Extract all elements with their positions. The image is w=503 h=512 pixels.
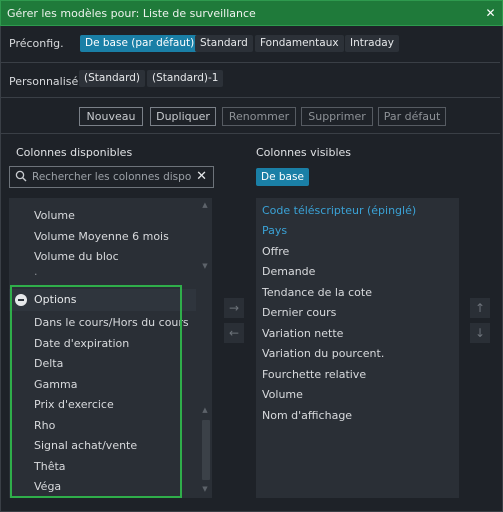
- list-item[interactable]: ·: [34, 268, 38, 281]
- list-item[interactable]: Véga: [34, 480, 61, 493]
- list-item[interactable]: Volume: [34, 209, 75, 222]
- divider: [1, 97, 500, 98]
- preconfig-label: Préconfig.: [9, 37, 64, 50]
- list-item[interactable]: Variation du pourcent.: [262, 347, 384, 360]
- search-input[interactable]: Rechercher les colonnes disponibles ✕: [9, 166, 214, 188]
- list-item[interactable]: Nom d'affichage: [262, 409, 352, 422]
- custom-label: Personnalisé: [9, 75, 79, 88]
- window-title: Gérer les modèles pour: Liste de surveil…: [7, 7, 256, 20]
- preconfig-chip-standard[interactable]: Standard: [195, 35, 253, 52]
- arrow-down-icon[interactable]: ↓: [470, 323, 490, 343]
- list-item[interactable]: Fourchette relative: [262, 368, 366, 381]
- list-item[interactable]: Signal achat/vente: [34, 439, 137, 452]
- list-item[interactable]: Variation nette: [262, 327, 343, 340]
- title-bar: Gérer les modèles pour: Liste de surveil…: [0, 0, 503, 26]
- list-item[interactable]: Volume: [262, 388, 303, 401]
- list-item[interactable]: Date d'expiration: [34, 337, 129, 350]
- list-item[interactable]: Tendance de la cote: [262, 286, 372, 299]
- arrow-up-icon[interactable]: ↑: [470, 298, 490, 318]
- list-item[interactable]: Delta: [34, 357, 63, 370]
- search-placeholder: Rechercher les colonnes disponibles: [32, 171, 192, 183]
- custom-chip-standard-1[interactable]: (Standard)-1: [147, 70, 224, 87]
- visible-columns-title: Colonnes visibles: [256, 146, 352, 159]
- preconfig-chip-intraday[interactable]: Intraday: [345, 35, 399, 52]
- scrollbar-thumb[interactable]: [202, 420, 210, 480]
- list-item[interactable]: ·: [34, 198, 38, 203]
- arrow-right-icon[interactable]: →: [224, 298, 244, 318]
- options-group-label: Options: [34, 293, 77, 306]
- list-item[interactable]: Prix d'exercice: [34, 398, 114, 411]
- new-button[interactable]: Nouveau: [79, 107, 143, 126]
- list-item[interactable]: Offre: [262, 245, 289, 258]
- available-columns-list[interactable]: · Volume Volume Moyenne 6 mois Volume du…: [9, 198, 212, 498]
- list-item[interactable]: Rho: [34, 419, 55, 432]
- divider: [1, 133, 500, 134]
- divider: [1, 62, 500, 63]
- rename-button[interactable]: Renommer: [222, 107, 296, 126]
- custom-chip-standard[interactable]: (Standard): [79, 70, 145, 87]
- preconfig-chip-fundamentals[interactable]: Fondamentaux: [255, 35, 344, 52]
- available-columns-title: Colonnes disponibles: [16, 146, 133, 159]
- list-item[interactable]: Gamma: [34, 378, 77, 391]
- visible-template-tag: De base: [256, 168, 309, 186]
- delete-button[interactable]: Supprimer: [301, 107, 373, 126]
- scroll-down-icon[interactable]: ▼: [200, 262, 210, 272]
- list-item[interactable]: Dernier cours: [262, 306, 336, 319]
- list-item[interactable]: Thêta: [34, 460, 66, 473]
- list-item[interactable]: Dans le cours/Hors du cours: [34, 316, 189, 329]
- duplicate-button[interactable]: Dupliquer: [150, 107, 216, 126]
- scroll-up-icon[interactable]: ▲: [200, 406, 210, 416]
- preconfig-chip-basic[interactable]: De base (par défaut): [80, 35, 200, 52]
- close-icon[interactable]: ✕: [483, 6, 498, 21]
- clear-icon[interactable]: ✕: [196, 169, 207, 184]
- list-item[interactable]: Volume Moyenne 6 mois: [34, 230, 169, 243]
- visible-columns-list[interactable]: Code téléscripteur (épinglé) Pays Offre …: [256, 198, 459, 498]
- search-icon: [15, 170, 27, 182]
- list-item[interactable]: Pays: [262, 224, 287, 237]
- list-item[interactable]: Demande: [262, 265, 315, 278]
- scroll-down-icon[interactable]: ▼: [200, 485, 210, 495]
- list-item[interactable]: Code téléscripteur (épinglé): [262, 204, 416, 217]
- list-item[interactable]: Volume du bloc: [34, 250, 119, 263]
- options-group-header[interactable]: Options: [9, 289, 196, 311]
- scroll-up-icon[interactable]: ▲: [200, 201, 210, 211]
- set-default-button[interactable]: Par défaut: [378, 107, 446, 126]
- arrow-left-icon[interactable]: ←: [224, 323, 244, 343]
- collapse-group-icon[interactable]: [15, 294, 27, 306]
